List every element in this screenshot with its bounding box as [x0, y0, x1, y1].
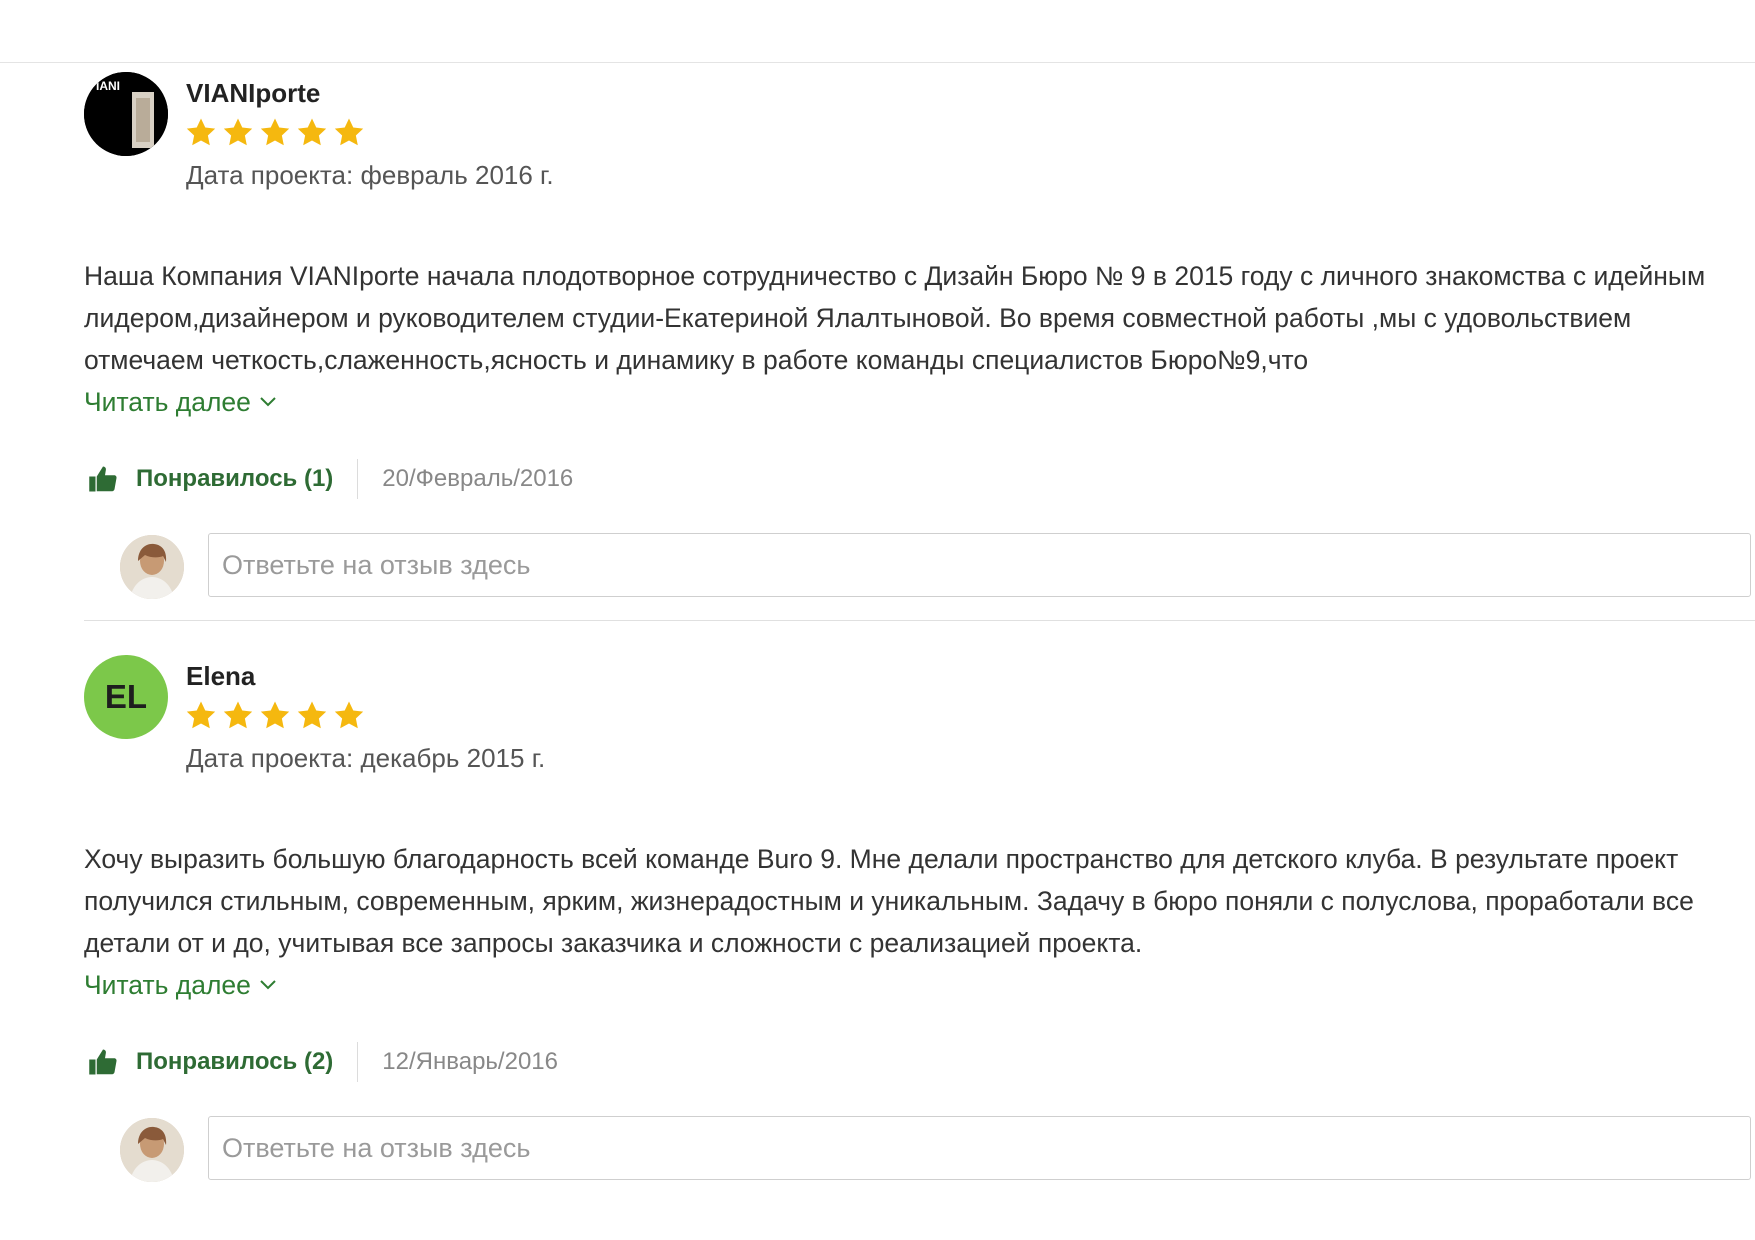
reply-input[interactable] — [208, 1116, 1751, 1180]
author-avatar[interactable]: EL — [84, 655, 168, 739]
user-avatar — [120, 1118, 184, 1182]
star-icon — [260, 118, 290, 146]
rating-stars — [184, 116, 366, 149]
thumbs-up-icon[interactable] — [88, 1047, 118, 1077]
star-icon — [186, 118, 216, 146]
star-icon — [186, 701, 216, 729]
review-actions: Понравилось (2) 12/Январь/2016 — [84, 1042, 1755, 1082]
review-body: Хочу выразить большую благодарность всей… — [84, 844, 1694, 958]
read-more-label: Читать далее — [84, 970, 251, 1000]
project-date: Дата проекта: февраль 2016 г. — [186, 160, 554, 191]
top-divider — [0, 62, 1755, 63]
logo-text: IANI — [96, 79, 120, 93]
thumbs-up-icon[interactable] — [88, 464, 118, 494]
review-date: 12/Январь/2016 — [382, 1048, 558, 1075]
review-divider — [84, 620, 1755, 621]
star-icon — [223, 118, 253, 146]
star-icon — [334, 118, 364, 146]
review-card: EL Elena Дата проекта: декабрь 2015 г. Х… — [84, 655, 1755, 1186]
read-more-label: Читать далее — [84, 387, 251, 417]
review-body: Наша Компания VIANIporte начала плодотво… — [84, 261, 1706, 375]
author-avatar[interactable]: IANI — [84, 72, 168, 156]
user-avatar — [120, 535, 184, 599]
review-header: IANI VIANIporte Дата проекта: февраль 20… — [84, 72, 1755, 202]
project-date-value: декабрь 2015 г. — [360, 743, 546, 773]
project-date: Дата проекта: декабрь 2015 г. — [186, 743, 545, 774]
reply-row — [84, 533, 1755, 603]
chevron-down-icon — [260, 980, 276, 990]
project-date-label: Дата проекта: — [186, 160, 354, 190]
user-photo — [120, 1118, 184, 1182]
review-header: EL Elena Дата проекта: декабрь 2015 г. — [84, 655, 1755, 785]
vianiporte-logo: IANI — [84, 72, 168, 156]
star-icon — [223, 701, 253, 729]
review-date: 20/Февраль/2016 — [382, 465, 574, 492]
review-actions: Понравилось (1) 20/Февраль/2016 — [84, 459, 1755, 499]
rating-stars — [184, 699, 366, 732]
reply-input[interactable] — [208, 533, 1751, 597]
separator — [357, 459, 359, 499]
author-name[interactable]: Elena — [186, 661, 255, 692]
like-button[interactable]: Понравилось (1) — [136, 465, 333, 493]
project-date-label: Дата проекта: — [186, 743, 354, 773]
star-icon — [334, 701, 364, 729]
review-card: IANI VIANIporte Дата проекта: февраль 20… — [84, 72, 1755, 603]
chevron-down-icon — [260, 397, 276, 407]
star-icon — [297, 118, 327, 146]
project-date-value: февраль 2016 г. — [360, 160, 554, 190]
star-icon — [297, 701, 327, 729]
reply-row — [84, 1116, 1755, 1186]
like-button[interactable]: Понравилось (2) — [136, 1048, 333, 1076]
user-photo — [120, 535, 184, 599]
read-more-link[interactable]: Читать далее — [84, 381, 277, 423]
read-more-link[interactable]: Читать далее — [84, 964, 277, 1006]
author-name[interactable]: VIANIporte — [186, 78, 320, 109]
separator — [357, 1042, 359, 1082]
star-icon — [260, 701, 290, 729]
